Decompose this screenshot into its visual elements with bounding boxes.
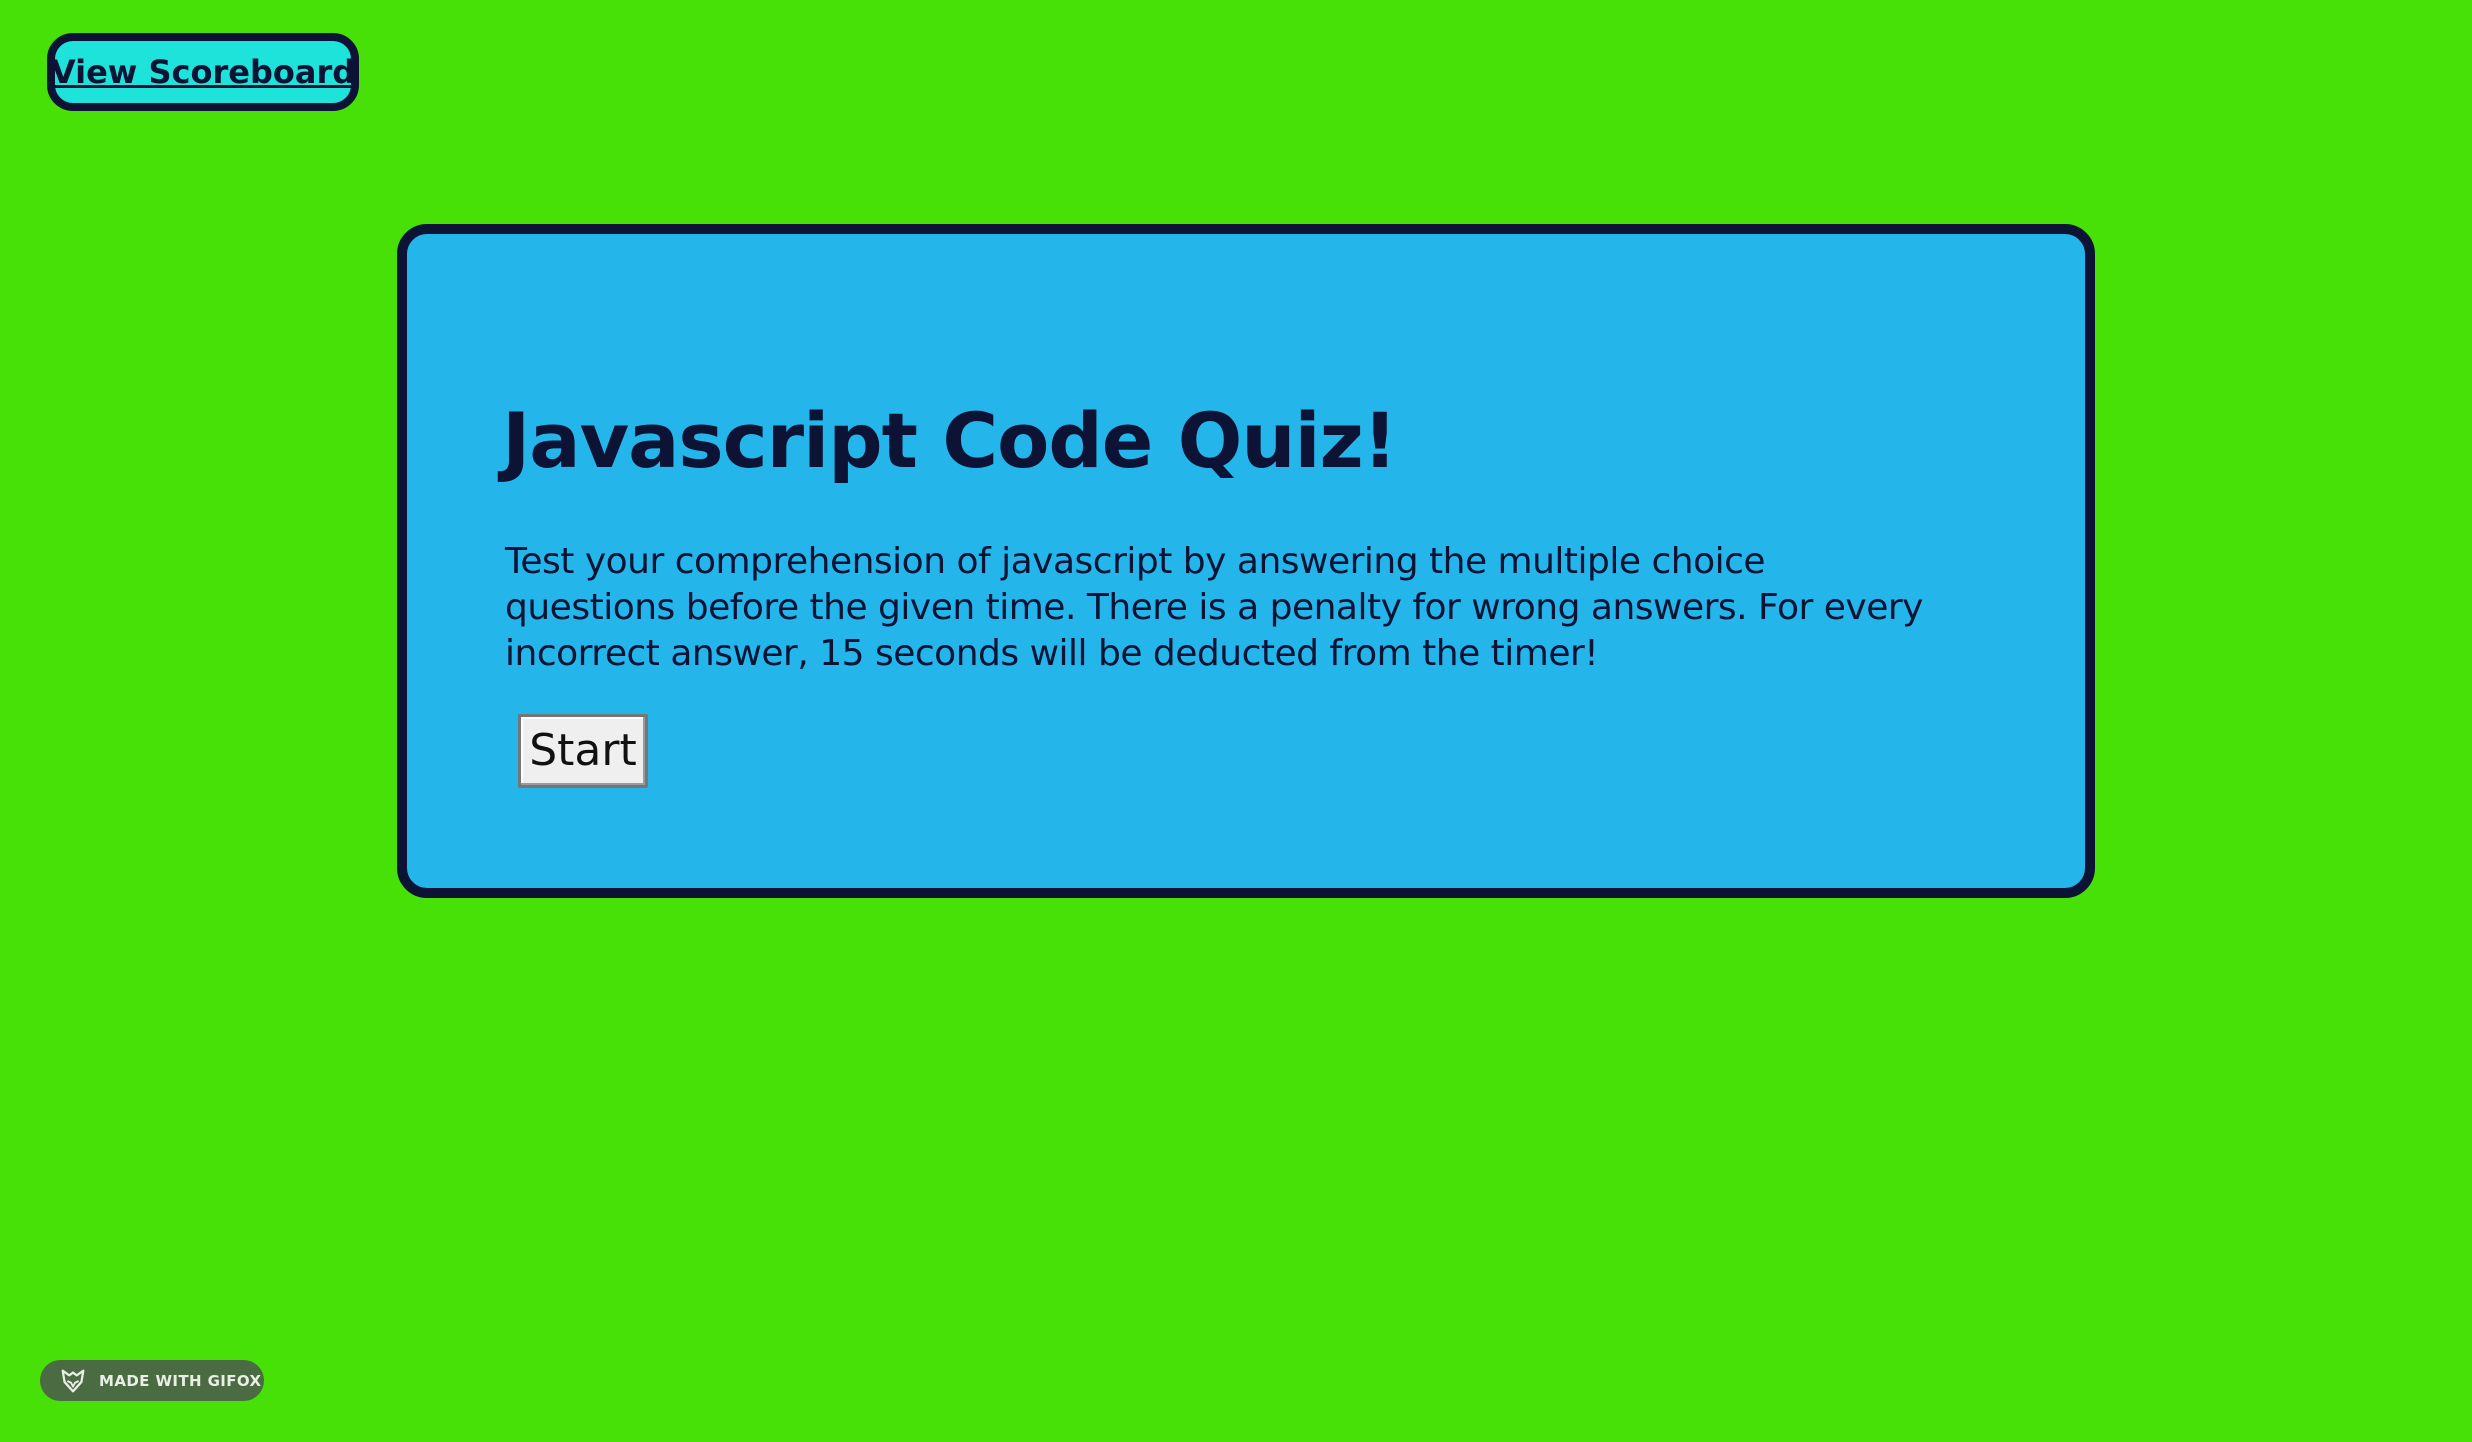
start-button[interactable]: Start — [518, 714, 648, 788]
quiz-title: Javascript Code Quiz! — [502, 396, 1397, 485]
gifox-watermark-text: MADE WITH GIFOX — [99, 1371, 262, 1390]
view-scoreboard-link[interactable]: View Scoreboard — [47, 33, 359, 111]
quiz-start-page: View Scoreboard Javascript Code Quiz! Te… — [0, 0, 2472, 1442]
quiz-description: Test your comprehension of javascript by… — [505, 541, 1923, 674]
quiz-card: Javascript Code Quiz! Test your comprehe… — [397, 224, 2095, 898]
gifox-watermark: MADE WITH GIFOX — [40, 1360, 264, 1401]
fox-icon — [58, 1366, 88, 1396]
